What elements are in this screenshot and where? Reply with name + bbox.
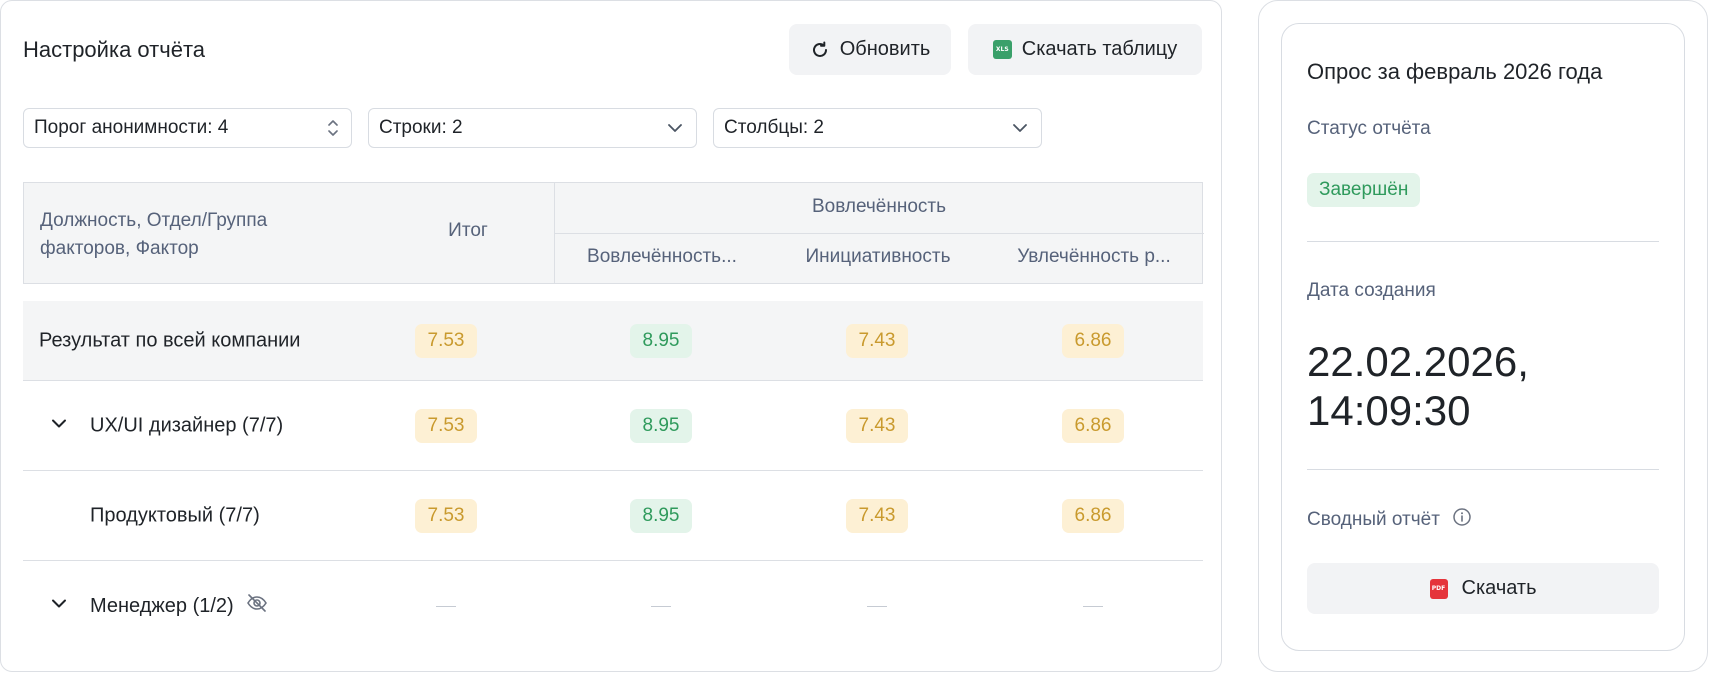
header-position-department: Должность, Отдел/Группа факторов, Фактор [40,210,268,259]
header-engagement-group: Вовлечённость [811,196,947,217]
download-pdf-label: Скачать [1461,577,1537,599]
score-badge: 7.53 [415,323,477,358]
anonymity-threshold-value: Порог анонимности: 4 [34,117,229,138]
expand-chevron-icon[interactable] [49,594,69,619]
created-date-label: Дата создания [1307,280,1436,301]
empty-value-dash [436,606,456,607]
score-badge: 8.95 [630,408,692,443]
empty-value-dash [1083,606,1103,607]
refresh-button[interactable]: Обновить [789,24,951,75]
eye-off-icon [246,593,268,619]
row-label: Менеджер (1/2) [90,594,234,617]
score-badge: 6.86 [1062,323,1124,358]
summary-report-label: Сводный отчёт [1307,509,1440,530]
empty-value-dash [867,606,887,607]
rows-select[interactable]: Строки: 2 [368,108,697,148]
refresh-icon [810,40,830,60]
refresh-label: Обновить [839,38,931,60]
table-row[interactable]: Менеджер (1/2) [23,561,1203,651]
created-date-line2: 14:09:30 [1307,387,1471,434]
columns-select-value: Столбцы: 2 [724,117,824,138]
rows-select-value: Строки: 2 [379,117,463,138]
empty-value-dash [651,606,671,607]
download-pdf-button[interactable]: PDF Скачать [1307,563,1659,614]
report-settings-panel: Настройка отчёта Обновить XLS Скачать та… [0,0,1222,672]
chevron-down-icon [1011,119,1029,143]
table-row: Продуктовый (7/7) 7.53 8.95 7.43 6.86 [23,471,1203,561]
up-down-chevron-icon [327,119,339,143]
pdf-file-icon: PDF [1429,578,1448,599]
created-date-line1: 22.02.2026, [1307,338,1529,385]
status-badge: Завершён [1307,173,1421,207]
row-label: Результат по всей компании [39,329,301,351]
score-badge: 6.86 [1062,498,1124,533]
score-badge: 7.43 [846,323,908,358]
anonymity-threshold-select[interactable]: Порог анонимности: 4 [23,108,352,148]
header-engagement: Вовлечённость... [587,246,737,267]
score-badge: 7.43 [846,498,908,533]
summary-panel: Опрос за февраль 2026 года Статус отчёта… [1258,0,1708,672]
survey-title: Опрос за февраль 2026 года [1307,59,1603,84]
header-initiative: Инициативность [805,246,951,267]
info-icon[interactable] [1452,507,1472,533]
score-badge: 7.53 [415,498,477,533]
row-label-wrap: Менеджер (1/2) [90,593,268,619]
score-badge: 7.53 [415,408,477,443]
table-header: Должность, Отдел/Группа факторов, Фактор… [23,182,1204,284]
chevron-down-icon [666,119,684,143]
summary-report-label-wrap: Сводный отчёт [1307,507,1472,533]
download-table-button[interactable]: XLS Скачать таблицу [968,24,1202,75]
header-enthusiasm: Увлечённость р... [1017,246,1171,267]
divider [1307,469,1659,470]
columns-select[interactable]: Столбцы: 2 [713,108,1042,148]
created-date-value: 22.02.2026, 14:09:30 [1307,337,1529,435]
score-badge: 7.43 [846,408,908,443]
report-settings-title: Настройка отчёта [23,37,206,62]
score-badge: 6.86 [1062,408,1124,443]
table-row[interactable]: UX/UI дизайнер (7/7) 7.53 8.95 7.43 6.86 [23,381,1203,471]
xls-file-icon: XLS [992,40,1012,59]
divider [1307,241,1659,242]
download-table-label: Скачать таблицу [1021,38,1178,60]
score-badge: 8.95 [630,323,692,358]
expand-chevron-icon[interactable] [49,413,69,438]
score-badge: 8.95 [630,498,692,533]
status-label: Статус отчёта [1307,118,1431,139]
header-total: Итог [448,220,488,241]
row-label: UX/UI дизайнер (7/7) [90,414,284,436]
table-row: Результат по всей компании 7.53 8.95 7.4… [23,301,1203,381]
row-label: Продуктовый (7/7) [90,504,260,526]
